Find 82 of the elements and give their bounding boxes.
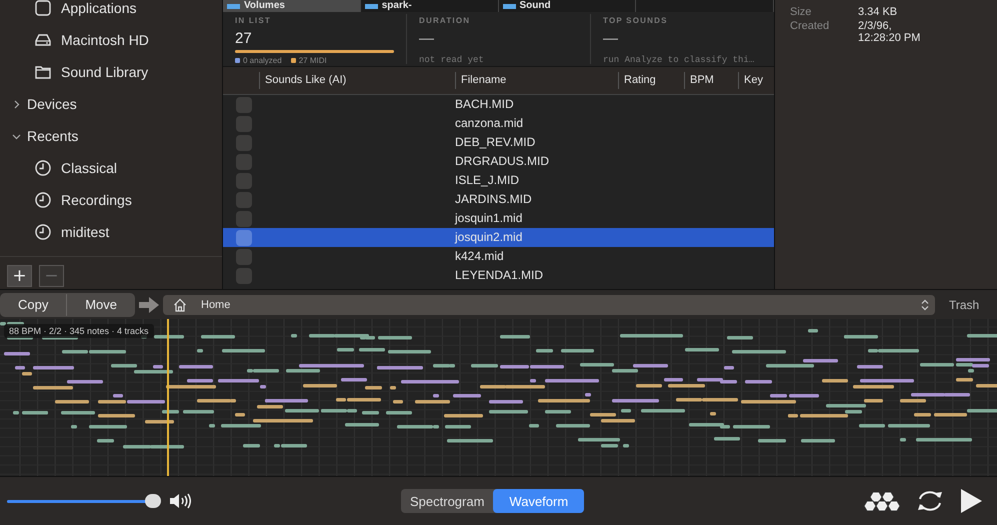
table-row[interactable]: josquin2.mid: [223, 228, 774, 247]
repeat-icon[interactable]: [915, 489, 945, 514]
table-row[interactable]: canzona.mid: [223, 114, 774, 133]
filename-cell-text: LEYENDA1.MID: [455, 267, 544, 284]
chevron-down-icon: [12, 132, 21, 140]
sidebar-item[interactable]: miditest: [0, 216, 222, 248]
checkbox[interactable]: [236, 135, 252, 151]
path-popup[interactable]: Home: [163, 294, 935, 315]
filename-cell-text: canzona.mid: [455, 115, 524, 132]
table-row[interactable]: DRGRADUS.MID: [223, 152, 774, 171]
stat-note: run Analyze to classify thi…: [603, 55, 756, 65]
stat-label: TOP SOUNDS: [603, 16, 669, 25]
track-summary: 88 BPM · 2/2 · 345 notes · 4 tracks: [4, 324, 154, 338]
legend-label: 27 MIDI: [298, 56, 327, 65]
view-mode-tab[interactable]: Spectrogram: [401, 489, 494, 514]
table-row[interactable]: ISLE_J.MID: [223, 171, 774, 190]
filename-cell-text: JARDINS.MID: [455, 191, 533, 208]
info-value: 3.34 KB: [858, 6, 898, 18]
stat-value: —: [603, 30, 619, 46]
up-down-chevron-icon: [921, 298, 929, 311]
checkbox[interactable]: [236, 192, 252, 208]
filename-cell-text: josquin2.mid: [455, 229, 524, 246]
sidebar-item[interactable]: Sound Library: [0, 56, 222, 88]
filename-cell-text: josquin1.mid: [455, 210, 524, 227]
column-header[interactable]: Sounds Like (AI): [259, 72, 455, 89]
trash-button[interactable]: Trash: [949, 298, 980, 312]
checkbox[interactable]: [236, 268, 252, 284]
column-header[interactable]: Rating: [618, 72, 684, 89]
column-header[interactable]: Filename: [455, 72, 618, 89]
filename-cell-text: BACH.MID: [455, 96, 515, 113]
view-mode-tab[interactable]: Waveform: [493, 489, 584, 514]
legend-label: 0 analyzed: [243, 56, 282, 65]
sidebar-section-header[interactable]: Devices: [0, 88, 222, 120]
table-row[interactable]: LEYENDA1.MID: [223, 266, 774, 285]
sidebar-item[interactable]: Applications: [0, 0, 222, 24]
filename-cell-text: ISLE_J.MID: [455, 172, 520, 189]
table-row[interactable]: k424.mid: [223, 247, 774, 266]
clock-icon: [34, 159, 52, 177]
speaker-icon: [169, 492, 191, 510]
checkbox[interactable]: [236, 173, 252, 189]
folder-tab[interactable]: spark-: [360, 0, 498, 12]
filename-cell-text: k424.mid: [455, 248, 505, 265]
chevron-right-icon: [12, 100, 21, 108]
checkbox[interactable]: [236, 116, 252, 132]
sidebar-item[interactable]: Classical: [0, 152, 222, 184]
rounded-square-icon: [34, 0, 52, 17]
folder-tab[interactable]: Sound: [498, 0, 636, 12]
play-icon[interactable]: [959, 488, 983, 514]
column-header[interactable]: BPM: [684, 72, 738, 89]
hexagons-icon[interactable]: [863, 490, 901, 512]
stat-note: not read yet: [419, 55, 485, 65]
add-button[interactable]: +: [7, 265, 32, 287]
info-value: 2/3/96, 12:28:20 PM: [858, 20, 922, 44]
table-row[interactable]: josquin1.mid: [223, 209, 774, 228]
column-header[interactable]: Key: [738, 72, 774, 89]
checkbox[interactable]: [236, 211, 252, 227]
filename-cell-text: DRGRADUS.MID: [455, 153, 550, 170]
sidebar-item[interactable]: Macintosh HD: [0, 24, 222, 56]
stat-value: 27: [235, 30, 253, 46]
clock-icon: [34, 223, 52, 241]
table-row[interactable]: BACH.MID: [223, 95, 774, 114]
info-label: Size: [789, 6, 812, 18]
stat-label: IN LIST: [235, 16, 272, 25]
sidebar-item[interactable]: Recordings: [0, 184, 222, 216]
table-row[interactable]: DEB_REV.MID: [223, 133, 774, 152]
clock-icon: [34, 191, 52, 209]
playhead-line[interactable]: [167, 319, 169, 476]
arrow-right-icon: [139, 296, 159, 313]
home-icon: [173, 298, 187, 312]
folder-tab[interactable]: Volumes: [223, 0, 361, 12]
stat-value: —: [419, 30, 435, 46]
checkbox[interactable]: [236, 230, 252, 246]
sidebar-section-header[interactable]: Recents: [0, 120, 222, 152]
move-button[interactable]: Move: [67, 292, 135, 317]
info-label: Created: [789, 20, 830, 34]
filename-cell-text: DEB_REV.MID: [455, 134, 536, 151]
checkbox[interactable]: [236, 249, 252, 265]
stat-label: DURATION: [419, 16, 472, 25]
checkbox[interactable]: [236, 154, 252, 170]
checkbox[interactable]: [236, 97, 252, 113]
table-row[interactable]: JARDINS.MID: [223, 190, 774, 209]
copy-button[interactable]: Copy: [0, 292, 66, 317]
